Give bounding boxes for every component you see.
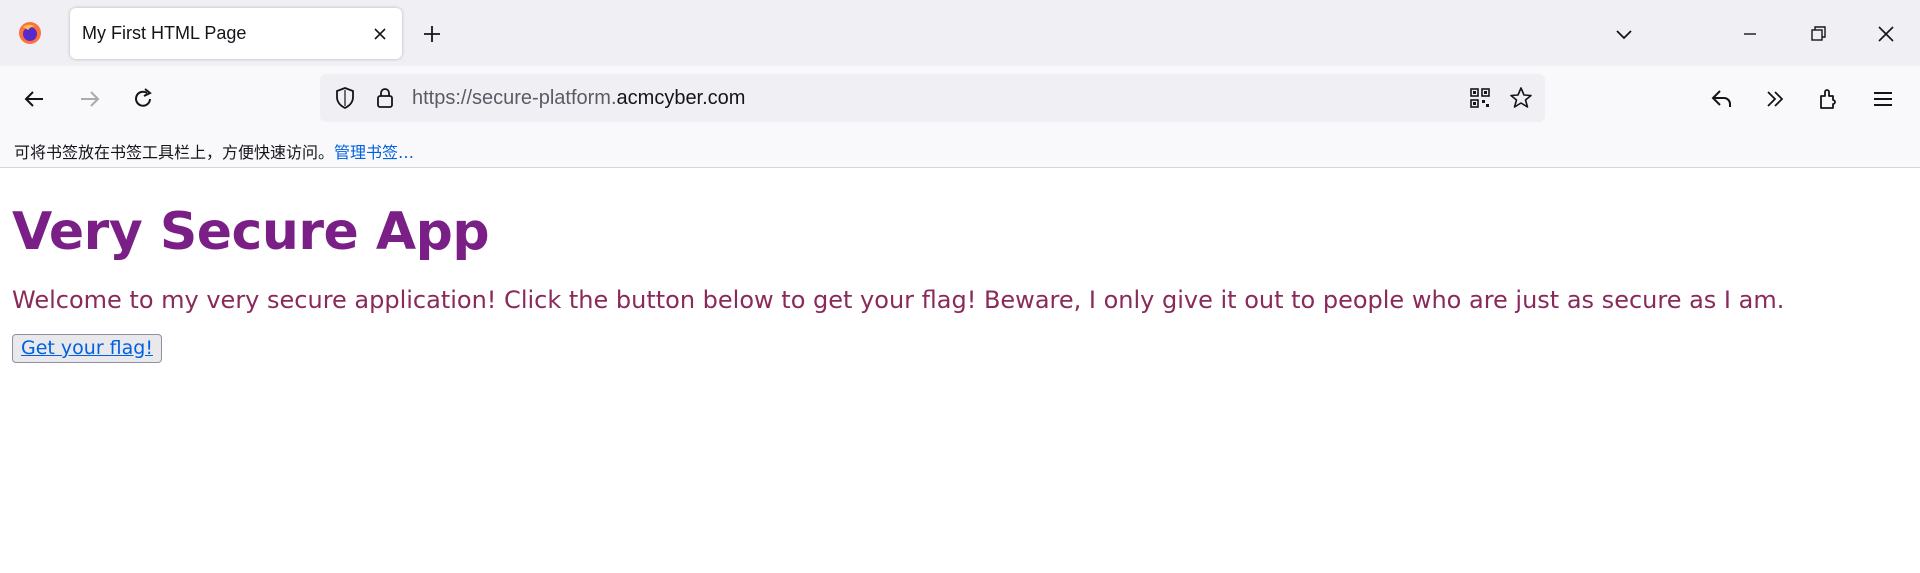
new-tab-icon[interactable] xyxy=(420,22,444,46)
tab-strip: My First HTML Page xyxy=(0,0,1920,66)
reload-icon[interactable] xyxy=(130,86,156,112)
get-flag-button[interactable]: Get your flag! xyxy=(12,334,162,363)
bookmarks-hint-text: 可将书签放在书签工具栏上，方便快速访问。 xyxy=(14,143,335,162)
forward-arrow-icon[interactable] xyxy=(76,86,102,112)
url-text[interactable]: https://secure-platform.acmcyber.com xyxy=(412,87,745,110)
window-close-icon[interactable] xyxy=(1874,22,1898,46)
menu-icon[interactable] xyxy=(1870,86,1896,112)
nav-bar: https://secure-platform.acmcyber.com xyxy=(0,66,1920,130)
intro-text: Welcome to my very secure application! C… xyxy=(12,286,1785,314)
lock-icon[interactable] xyxy=(372,85,398,111)
page-content: Very Secure App Welcome to my very secur… xyxy=(0,202,1920,363)
url-bar[interactable]: https://secure-platform.acmcyber.com xyxy=(320,74,1545,122)
more-tools-icon[interactable] xyxy=(1762,86,1788,112)
chevron-down-icon[interactable] xyxy=(1612,22,1636,46)
tab-title: My First HTML Page xyxy=(82,23,247,43)
url-domain: acmcyber.com xyxy=(616,87,746,109)
back-arrow-icon[interactable] xyxy=(22,86,48,112)
extensions-icon[interactable] xyxy=(1816,86,1842,112)
tab-active[interactable]: My First HTML Page xyxy=(70,8,402,59)
bookmarks-hint: 可将书签放在书签工具栏上，方便快速访问。管理书签… xyxy=(14,139,414,163)
shield-icon[interactable] xyxy=(332,85,358,111)
url-prefix: https://secure-platform. xyxy=(412,87,617,109)
restore-icon[interactable] xyxy=(1806,22,1830,46)
firefox-logo-icon[interactable] xyxy=(18,21,42,45)
page-heading: Very Secure App xyxy=(12,202,490,262)
reply-arrow-icon[interactable] xyxy=(1709,86,1735,112)
bookmark-star-icon[interactable] xyxy=(1508,85,1534,111)
qr-code-icon[interactable] xyxy=(1468,86,1492,110)
close-tab-icon[interactable] xyxy=(370,24,390,44)
manage-bookmarks-link[interactable]: 管理书签… xyxy=(334,143,414,162)
minimize-icon[interactable] xyxy=(1738,22,1762,46)
bookmarks-toolbar: 可将书签放在书签工具栏上，方便快速访问。管理书签… xyxy=(0,130,1920,168)
